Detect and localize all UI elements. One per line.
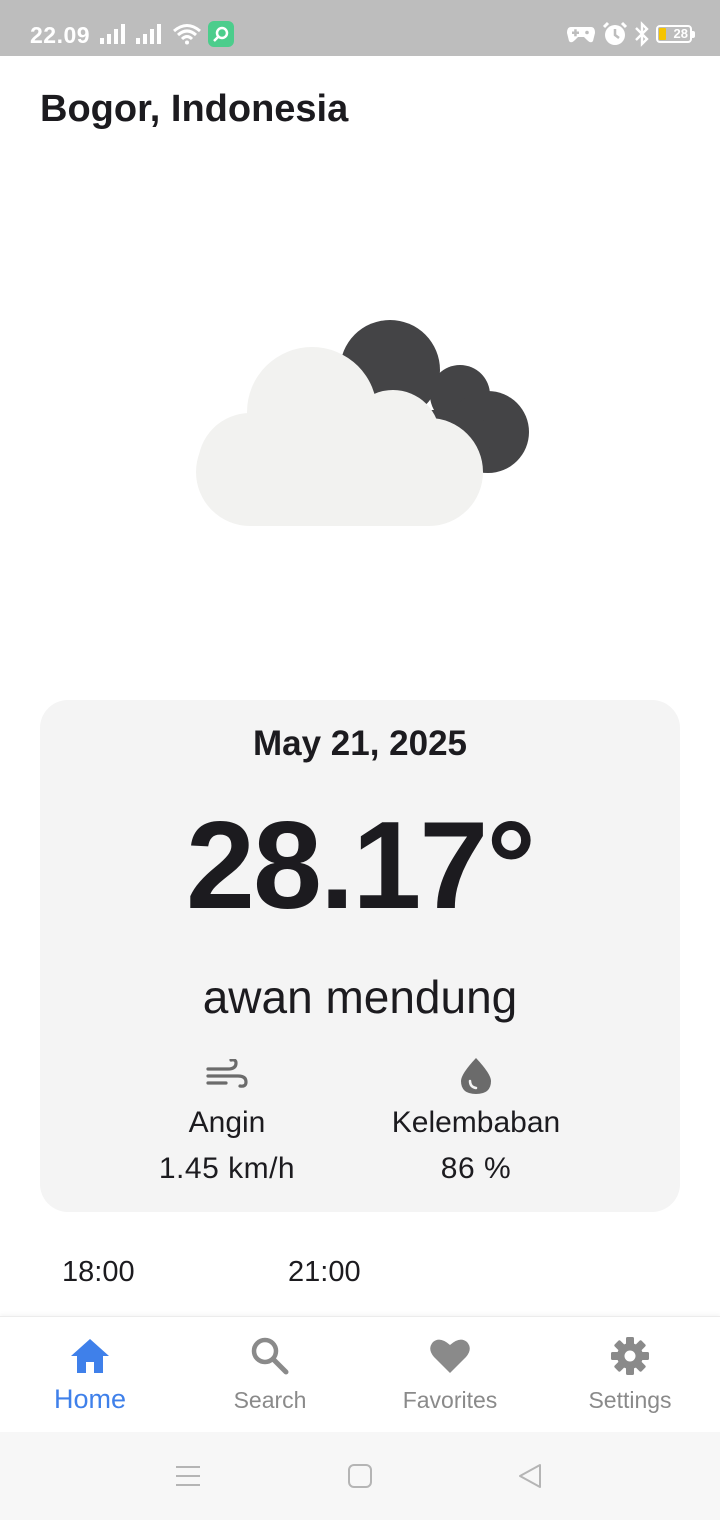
humidity-stat: Kelembaban 86 % (356, 1056, 596, 1186)
weather-date: May 21, 2025 (252, 724, 468, 763)
temperature: 28.17° (186, 797, 536, 935)
weather-condition: awan mendung (202, 971, 518, 1023)
nav-item-settings[interactable]: Settings (540, 1317, 720, 1433)
nav-item-home[interactable]: Home (0, 1317, 180, 1433)
recent-apps-button[interactable] (168, 1460, 208, 1492)
location-title: Bogor, Indonesia (40, 88, 349, 130)
wifi-icon (173, 24, 201, 45)
hourly-forecast[interactable]: 18:00 21:00 (0, 1256, 720, 1306)
nav-label-favorites: Favorites (402, 1387, 498, 1413)
home-icon (71, 1339, 109, 1373)
nav-item-search[interactable]: Search (180, 1317, 360, 1433)
cloudy-icon (196, 320, 529, 526)
battery-icon: 28 (656, 25, 695, 43)
wind-icon (206, 1059, 248, 1088)
water-drop-icon (461, 1058, 491, 1094)
weather-card: May 21, 2025 28.17° awan mendung Angin 1… (40, 700, 680, 1212)
nav-label-home: Home (53, 1384, 127, 1414)
game-mode-icon (567, 27, 595, 43)
wind-label: Angin (188, 1106, 266, 1139)
humidity-value: 86 % (440, 1152, 512, 1185)
alarm-icon (602, 21, 628, 45)
wind-stat: Angin 1.45 km/h (107, 1056, 347, 1186)
humidity-label: Kelembaban (391, 1106, 561, 1139)
bluetooth-icon (635, 21, 649, 47)
gear-icon (611, 1337, 649, 1375)
wind-value: 1.45 km/h (158, 1152, 296, 1185)
home-system-button[interactable] (340, 1460, 380, 1492)
nav-label-search: Search (233, 1387, 307, 1413)
battery-level: 28 (673, 26, 688, 41)
search-icon (251, 1337, 289, 1375)
signal-icon (100, 24, 125, 44)
nav-label-settings: Settings (588, 1387, 672, 1413)
system-navigation-bar (0, 1432, 720, 1520)
back-system-button[interactable] (510, 1460, 550, 1492)
status-icons-left (100, 20, 234, 48)
menu-icon (176, 1466, 200, 1486)
forecast-time[interactable]: 18:00 (62, 1256, 135, 1289)
status-time: 22.09 (30, 22, 91, 48)
heart-icon (430, 1339, 470, 1373)
app-notification-icon (208, 21, 234, 47)
status-bar: 22.09 28 (0, 0, 720, 56)
square-icon (348, 1464, 372, 1488)
nav-item-favorites[interactable]: Favorites (360, 1317, 540, 1433)
back-triangle-icon (519, 1464, 541, 1488)
status-icons-right: 28 (566, 20, 695, 48)
signal-icon (136, 24, 161, 44)
forecast-time[interactable]: 21:00 (288, 1256, 361, 1289)
bottom-navigation: Home Search Favorites Settings (0, 1316, 720, 1433)
